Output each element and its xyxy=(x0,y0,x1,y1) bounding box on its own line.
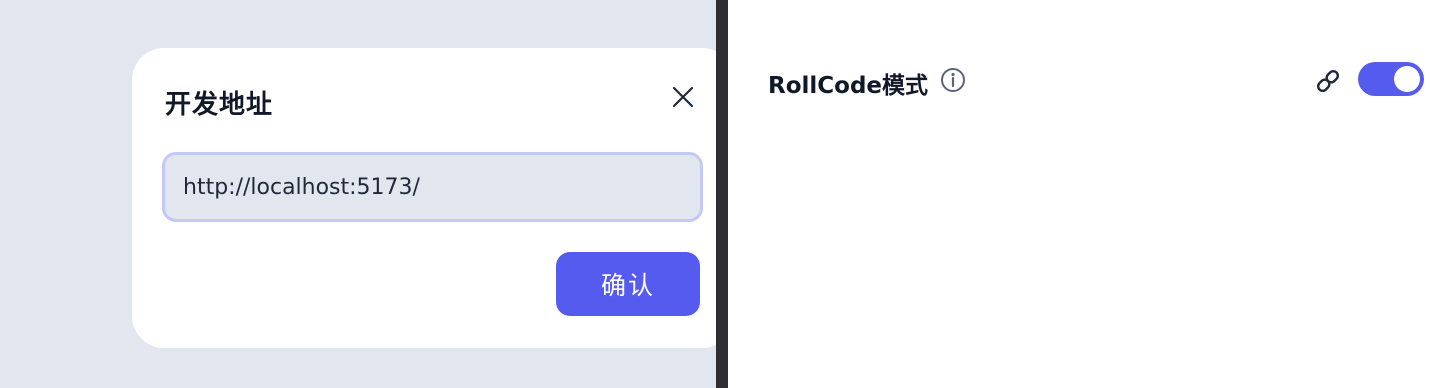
close-button[interactable] xyxy=(668,82,698,112)
close-icon xyxy=(672,86,694,108)
rollcode-toggle[interactable] xyxy=(1358,62,1424,96)
toggle-knob xyxy=(1394,66,1420,92)
pane-divider[interactable] xyxy=(716,0,728,388)
settings-panel: RollCode模式 xyxy=(728,0,1452,388)
rollcode-mode-label: RollCode模式 xyxy=(768,73,929,99)
dev-address-input[interactable] xyxy=(162,152,703,222)
link-icon[interactable] xyxy=(1313,66,1343,96)
confirm-button[interactable]: 确认 xyxy=(556,252,700,316)
info-icon[interactable] xyxy=(939,66,967,94)
dialog-backdrop: 开发地址 确认 xyxy=(0,0,716,388)
dev-address-dialog: 开发地址 确认 xyxy=(132,48,716,348)
dialog-title: 开发地址 xyxy=(165,90,274,120)
